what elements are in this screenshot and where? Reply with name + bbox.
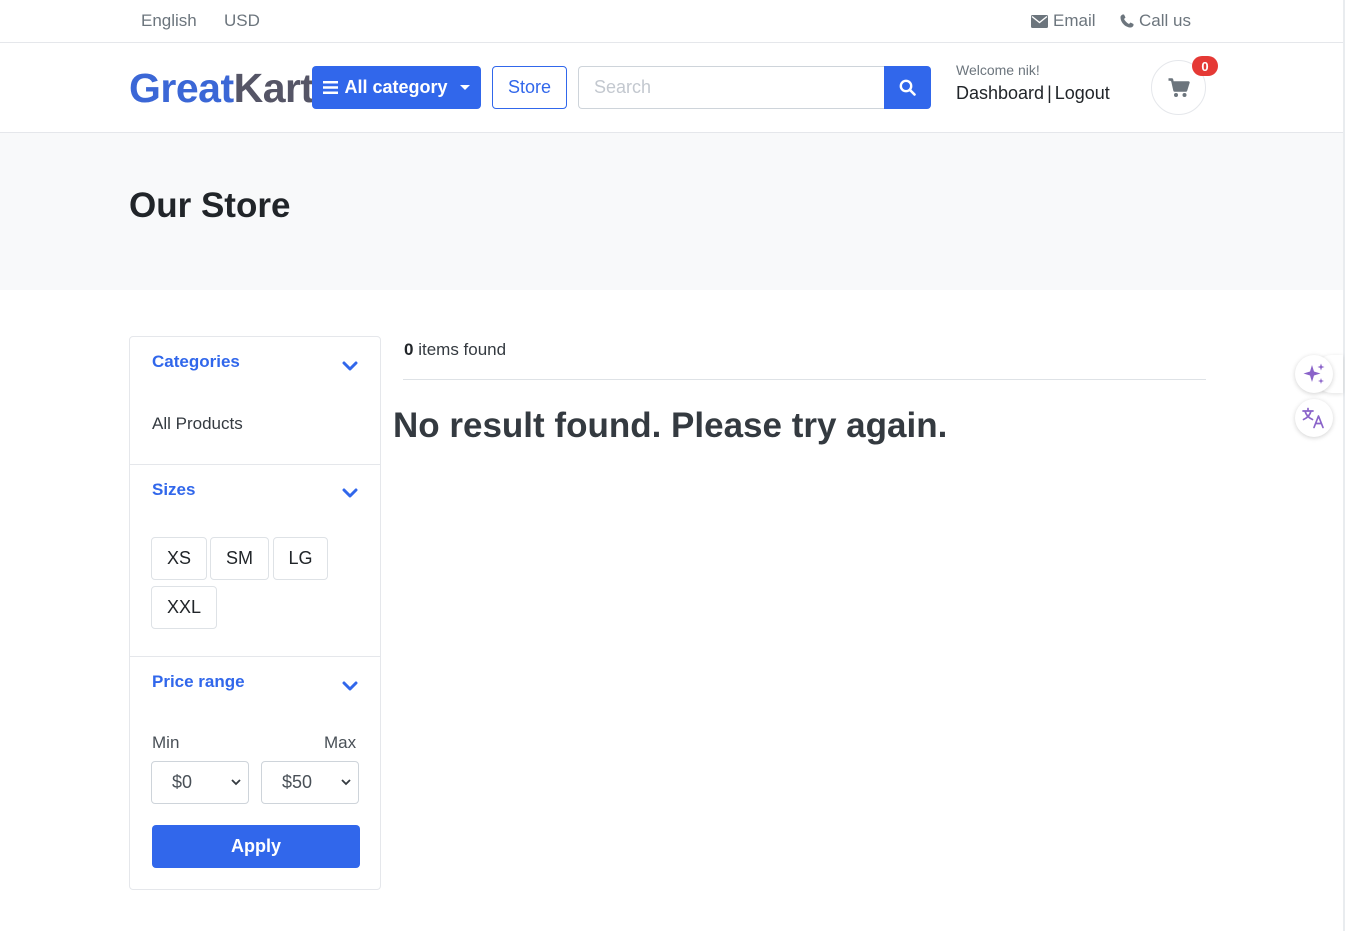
translate-icon	[1302, 407, 1324, 429]
all-category-button[interactable]: All category	[312, 66, 481, 109]
price-range-header[interactable]: Price range	[152, 672, 245, 692]
caret-down-icon	[459, 85, 470, 90]
search-button[interactable]	[884, 66, 931, 109]
chevron-down-icon	[231, 779, 241, 786]
chevron-down-icon	[341, 779, 351, 786]
results-count-number: 0	[404, 340, 414, 359]
dashboard-link[interactable]: Dashboard	[956, 83, 1044, 103]
ai-assistant-button[interactable]	[1295, 355, 1333, 393]
chevron-down-icon[interactable]	[342, 361, 358, 371]
account-links: Dashboard | Logout	[956, 83, 1110, 104]
max-price-select[interactable]: $50	[261, 761, 359, 804]
brand-logo[interactable]: GreatKart	[129, 65, 314, 112]
translate-button[interactable]	[1295, 399, 1333, 437]
filter-sidebar: Categories All Products Sizes XS SM LG X…	[129, 336, 381, 890]
brand-part-2: Kart	[233, 65, 315, 111]
cart-count-badge: 0	[1192, 56, 1218, 76]
results-count: 0 items found	[404, 340, 506, 360]
min-price-value: $0	[172, 772, 193, 792]
store-button[interactable]: Store	[492, 66, 567, 109]
phone-icon	[1120, 14, 1134, 28]
size-option-xxl[interactable]: XXL	[151, 586, 217, 629]
size-option-sm[interactable]: SM	[210, 537, 269, 580]
logout-link[interactable]: Logout	[1055, 83, 1110, 103]
brand-part-1: Great	[129, 65, 234, 111]
search-input[interactable]	[578, 66, 885, 109]
envelope-icon	[1031, 14, 1048, 28]
size-option-lg[interactable]: LG	[273, 537, 328, 580]
categories-header[interactable]: Categories	[152, 352, 240, 372]
bars-icon	[323, 81, 339, 94]
page-heading-band: Our Store	[0, 133, 1343, 290]
size-option-xs[interactable]: XS	[151, 537, 207, 580]
call-link[interactable]: Call us	[1120, 11, 1191, 31]
max-price-value: $50	[282, 772, 313, 792]
min-price-label: Min	[152, 733, 180, 752]
section-divider	[130, 656, 380, 657]
email-link[interactable]: Email	[1031, 11, 1096, 31]
top-bar: English USD Email Call us	[0, 0, 1343, 43]
no-result-message: No result found. Please try again.	[393, 406, 948, 445]
main-header: GreatKart All category Store Welcome nik…	[0, 43, 1343, 133]
max-price-label: Max	[324, 733, 357, 752]
call-label: Call us	[1139, 11, 1191, 30]
all-category-label: All category	[344, 77, 448, 97]
results-divider	[403, 379, 1206, 380]
chevron-down-icon[interactable]	[342, 488, 358, 498]
chevron-down-icon[interactable]	[342, 681, 358, 691]
search-icon	[899, 79, 916, 96]
apply-button[interactable]: Apply	[152, 825, 360, 868]
welcome-text: Welcome nik!	[956, 62, 1040, 78]
shopping-cart-icon	[1168, 77, 1190, 97]
category-item-all-products[interactable]: All Products	[152, 414, 243, 434]
language-selector[interactable]: English	[141, 11, 197, 31]
min-price-select[interactable]: $0	[151, 761, 249, 804]
currency-selector[interactable]: USD	[224, 11, 260, 31]
email-label: Email	[1053, 11, 1096, 30]
link-separator: |	[1047, 83, 1052, 103]
sizes-header[interactable]: Sizes	[152, 480, 195, 500]
results-count-suffix: items found	[418, 340, 507, 359]
section-divider	[130, 464, 380, 465]
page-title: Our Store	[129, 186, 291, 225]
sparkle-icon	[1303, 363, 1325, 384]
